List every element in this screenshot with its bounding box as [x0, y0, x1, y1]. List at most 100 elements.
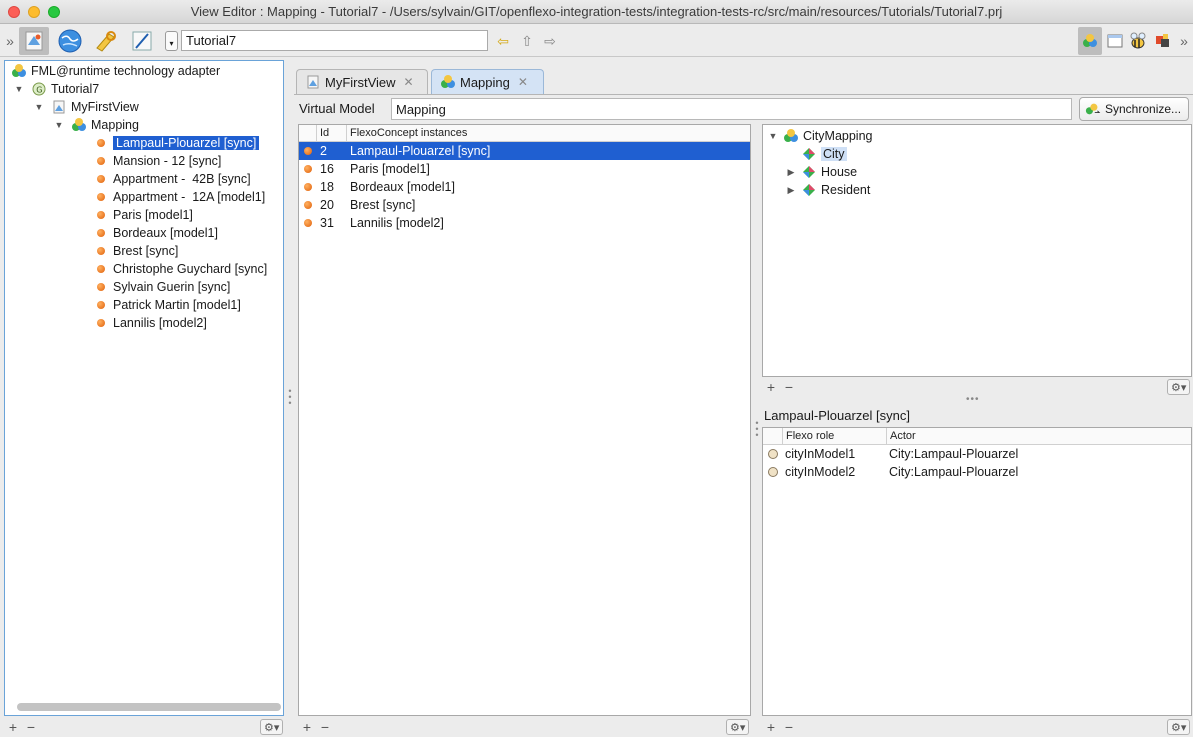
virtual-model-field[interactable]: Mapping: [391, 98, 1072, 120]
expanded-triangle-icon[interactable]: ▼: [13, 84, 25, 94]
collapsed-triangle-icon[interactable]: ▶: [785, 167, 797, 178]
virtual-model-icon: [71, 117, 87, 133]
tree-instance-label: Paris [model1]: [113, 208, 193, 222]
synchronize-button[interactable]: Synchronize...: [1079, 97, 1189, 121]
roles-bottom-bar: + − ⚙▾: [762, 717, 1192, 737]
tree-instance[interactable]: Lannilis [model2]: [93, 314, 207, 332]
bee-icon[interactable]: [1129, 31, 1147, 51]
row-name: Lannilis [model2]: [350, 216, 444, 230]
collapsed-triangle-icon[interactable]: ▶: [785, 185, 797, 196]
tree-instance[interactable]: Mansion - 12 [sync]: [93, 152, 221, 170]
instance-icon: [299, 183, 317, 191]
concept-city[interactable]: City: [801, 145, 847, 163]
window-icon[interactable]: [1106, 31, 1124, 51]
expanded-triangle-icon[interactable]: ▼: [53, 120, 65, 130]
remove-icon[interactable]: −: [22, 719, 40, 735]
tree-item-view[interactable]: ▼ MyFirstView: [33, 98, 139, 116]
tree-instance[interactable]: Sylvain Guerin [sync]: [93, 278, 230, 296]
tree-item-mapping[interactable]: ▼ Mapping: [53, 116, 139, 134]
table-row[interactable]: 16 Paris [model1]: [299, 160, 750, 178]
instance-icon: [93, 135, 109, 151]
table-row[interactable]: 18 Bordeaux [model1]: [299, 178, 750, 196]
tree-item-label: Tutorial7: [51, 82, 100, 96]
horizontal-splitter-handle[interactable]: •••: [966, 394, 980, 405]
remove-icon[interactable]: −: [780, 379, 798, 395]
row-id: 18: [320, 180, 334, 194]
forward-arrow-icon[interactable]: ⇨: [541, 31, 559, 51]
tree-instance[interactable]: Appartment - 42B [sync]: [93, 170, 251, 188]
instance-icon: [93, 207, 109, 223]
project-field[interactable]: Tutorial7: [181, 30, 488, 51]
splitter-handle[interactable]: • • •: [754, 419, 760, 440]
tab-mapping[interactable]: Mapping ✕: [431, 69, 544, 94]
instance-icon: [93, 153, 109, 169]
add-icon[interactable]: +: [4, 719, 22, 735]
roles-title: Lampaul-Plouarzel [sync]: [764, 408, 910, 423]
close-tab-icon[interactable]: ✕: [404, 75, 414, 89]
modules-icon[interactable]: [1078, 27, 1102, 55]
close-tab-icon[interactable]: ✕: [518, 75, 528, 89]
expanded-triangle-icon[interactable]: ▼: [767, 131, 779, 141]
row-id: 20: [320, 198, 334, 212]
concept-tree: ▼ CityMapping City ▶ House ▶ Resident: [762, 124, 1192, 377]
view-editor-icon[interactable]: [19, 27, 49, 55]
add-icon[interactable]: +: [762, 379, 780, 395]
column-header-instances[interactable]: FlexoConcept instances: [347, 125, 750, 142]
tree-instance-label: Christophe Guychard [sync]: [113, 262, 268, 276]
toolbar: » ▾ Tutorial7 ⇦ ⇧ ⇨ »: [0, 25, 1193, 57]
gear-icon[interactable]: ⚙▾: [1167, 379, 1191, 395]
concept-label: Resident: [821, 183, 871, 197]
globe-icon[interactable]: [55, 27, 85, 55]
tree-instance[interactable]: Paris [model1]: [93, 206, 193, 224]
table-bottom-bar: + − ⚙▾: [298, 717, 751, 737]
table-row[interactable]: 20 Brest [sync]: [299, 196, 750, 214]
table-row[interactable]: cityInModel2 City:Lampaul-Plouarzel: [763, 463, 1191, 481]
project-tree-panel: FML@runtime technology adapter ▼ G Tutor…: [4, 60, 284, 716]
remove-icon[interactable]: −: [780, 719, 798, 735]
table-row[interactable]: cityInModel1 City:Lampaul-Plouarzel: [763, 445, 1191, 463]
tree-instance[interactable]: Christophe Guychard [sync]: [93, 260, 267, 278]
up-arrow-icon[interactable]: ⇧: [518, 31, 536, 51]
expand-icon[interactable]: »: [1175, 31, 1193, 51]
svg-text:G: G: [36, 86, 42, 95]
path-dropdown[interactable]: ▾: [165, 31, 178, 51]
tree-instance-label: Sylvain Guerin [sync]: [113, 280, 231, 294]
tab-myfirstview[interactable]: MyFirstView ✕: [296, 69, 428, 94]
tree-instance[interactable]: Lampaul-Plouarzel [sync]: [93, 134, 260, 152]
expanded-triangle-icon[interactable]: ▼: [33, 102, 45, 112]
column-header-id[interactable]: Id: [317, 125, 347, 142]
horizontal-scrollbar[interactable]: [17, 703, 281, 711]
add-icon[interactable]: +: [298, 719, 316, 735]
back-arrow-icon[interactable]: ⇦: [494, 31, 512, 51]
concept-resident[interactable]: ▶ Resident: [785, 181, 871, 199]
instance-icon: [93, 225, 109, 241]
title-bar: View Editor : Mapping - Tutorial7 - /Use…: [0, 0, 1193, 24]
splitter-handle[interactable]: • • •: [287, 387, 293, 408]
gear-icon[interactable]: ⚙▾: [726, 719, 750, 735]
add-icon[interactable]: +: [762, 719, 780, 735]
column-header-role[interactable]: Flexo role: [783, 428, 887, 445]
row-id: 2: [320, 144, 327, 158]
tree-instance[interactable]: Appartment - 12A [model1]: [93, 188, 265, 206]
gear-icon[interactable]: ⚙▾: [1167, 719, 1191, 735]
tree-root[interactable]: FML@runtime technology adapter: [11, 62, 220, 80]
tools-icon[interactable]: [91, 27, 121, 55]
remove-icon[interactable]: −: [316, 719, 334, 735]
flag-icon[interactable]: [1153, 31, 1171, 51]
concept-tree-root[interactable]: ▼ CityMapping: [767, 127, 872, 145]
table-header-marker: [299, 125, 317, 142]
tree-instance[interactable]: Patrick Martin [model1]: [93, 296, 241, 314]
table-row[interactable]: 2 Lampaul-Plouarzel [sync]: [299, 142, 750, 160]
tree-instance[interactable]: Bordeaux [model1]: [93, 224, 218, 242]
table-row[interactable]: 31 Lannilis [model2]: [299, 214, 750, 232]
tree-item-project[interactable]: ▼ G Tutorial7: [13, 80, 100, 98]
gear-icon[interactable]: ⚙▾: [260, 719, 284, 735]
role-icon: [763, 449, 783, 459]
role-actor: City:Lampaul-Plouarzel: [889, 447, 1019, 461]
column-header-actor[interactable]: Actor: [887, 428, 1191, 445]
tree-instance[interactable]: Brest [sync]: [93, 242, 178, 260]
virtual-model-icon: [783, 128, 799, 144]
pen-icon[interactable]: [127, 27, 157, 55]
collapse-icon[interactable]: »: [1, 31, 19, 51]
concept-house[interactable]: ▶ House: [785, 163, 858, 181]
